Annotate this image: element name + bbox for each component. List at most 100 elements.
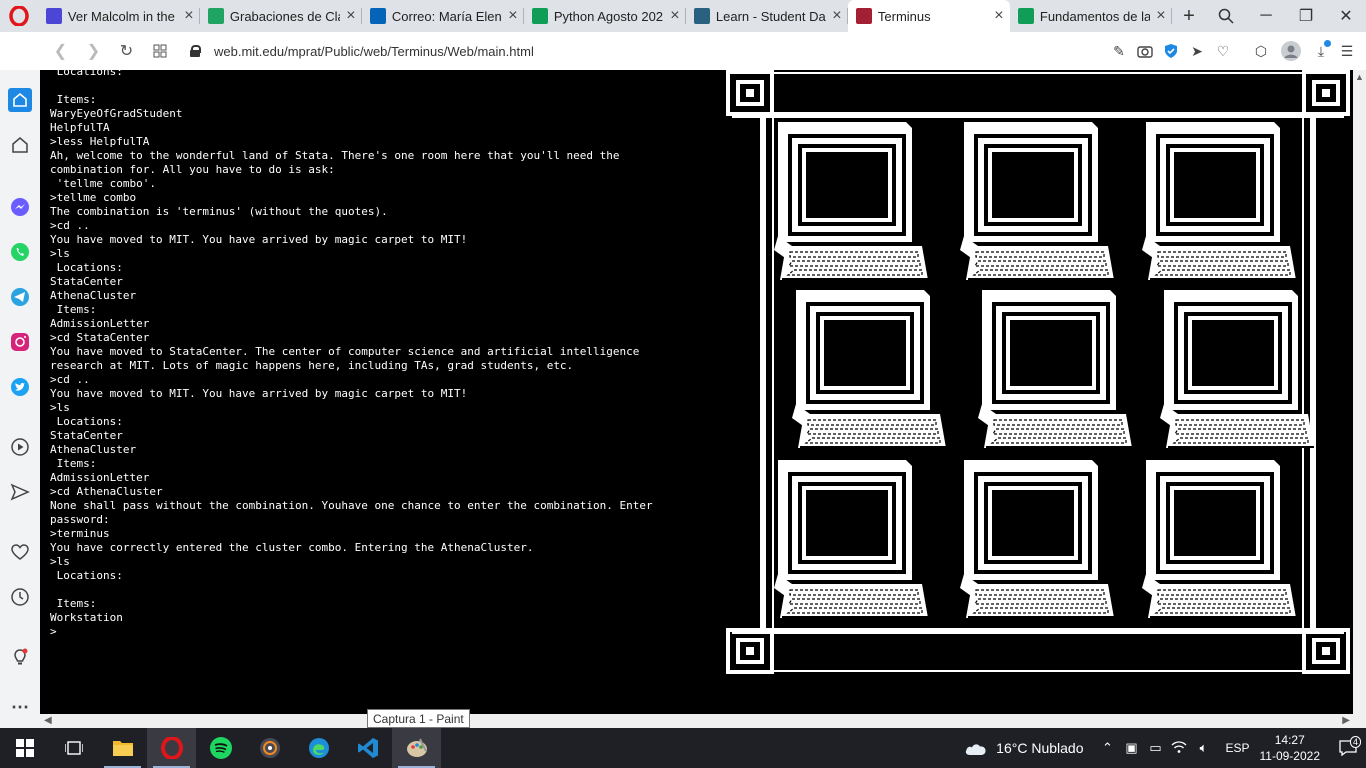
terminal-line: >terminus [50, 527, 110, 540]
notification-center-button[interactable]: 4 [1330, 736, 1366, 756]
vpn-shield-icon[interactable] [1158, 32, 1184, 70]
tab-title: Python Agosto 202 [553, 8, 664, 24]
send-flow-icon[interactable] [8, 480, 32, 504]
url-field[interactable]: web.mit.edu/mprat/Public/web/Terminus/We… [214, 44, 1106, 59]
avatar[interactable] [1274, 32, 1308, 70]
tab-2[interactable]: Correo: María Elena × [362, 0, 524, 32]
file-explorer-button[interactable] [98, 728, 147, 768]
instagram-icon[interactable] [8, 330, 32, 354]
edit-icon[interactable]: ✎ [1106, 32, 1132, 70]
terminal-line: Locations: [50, 261, 123, 274]
disc-icon [259, 738, 280, 758]
wifi-icon[interactable] [1167, 740, 1191, 757]
language-indicator[interactable]: ESP [1225, 741, 1249, 755]
back-button[interactable]: ❮ [44, 32, 77, 70]
vscode-icon [357, 738, 378, 758]
outlook-icon [369, 8, 386, 24]
spotify-button[interactable] [196, 728, 245, 768]
mit-icon [855, 8, 872, 24]
home-icon[interactable] [8, 88, 32, 112]
terminal-line: 'tellme combo'. [50, 177, 156, 190]
opera-menu-button[interactable] [0, 0, 38, 32]
telegram-icon[interactable] [8, 285, 32, 309]
twitter-icon[interactable] [8, 375, 32, 399]
whatsapp-icon[interactable] [8, 240, 32, 264]
terminal-line: >cd .. [50, 373, 90, 386]
terminal-line: StataCenter [50, 429, 123, 442]
lock-icon[interactable] [190, 45, 201, 57]
more-icon[interactable]: ⋯ [8, 695, 32, 719]
keyboard-edge [1168, 446, 1314, 448]
horizontal-scrollbar[interactable]: ◀ ▶ [40, 714, 1366, 728]
terminal-line: Locations: [50, 415, 123, 428]
monitor-screen [1192, 320, 1274, 386]
snapshot-camera-icon[interactable] [1132, 32, 1158, 70]
send-icon[interactable]: ➤ [1184, 32, 1210, 70]
volume-icon[interactable]: 🔈︎ [1191, 740, 1215, 756]
search-tabs-icon[interactable] [1206, 0, 1246, 32]
terminal-line: WaryEyeOfGradStudent [50, 107, 183, 120]
keyboard-edge [782, 616, 928, 618]
pinboard-heart-icon[interactable] [8, 540, 32, 564]
player-icon[interactable] [8, 435, 32, 459]
close-tab-icon[interactable]: × [502, 7, 524, 25]
weather-widget[interactable]: 16°C Nublado [964, 740, 1083, 756]
battery-icon[interactable]: ▭ [1143, 740, 1167, 756]
media-player-button[interactable] [245, 728, 294, 768]
bookmarks-icon[interactable] [8, 133, 32, 157]
start-button[interactable] [0, 728, 49, 768]
monitor-screen [1010, 320, 1092, 386]
frame-top-line [774, 72, 1302, 74]
cube-icon[interactable]: ⬡ [1248, 32, 1274, 70]
maximize-button[interactable]: ❐ [1286, 0, 1326, 32]
frame-left-bar [760, 118, 766, 628]
vscode-button[interactable] [343, 728, 392, 768]
close-tab-icon[interactable]: × [664, 7, 686, 25]
spotify-icon [209, 737, 232, 759]
clock[interactable]: 14:27 11-09-2022 [1260, 732, 1321, 764]
lightbulb-icon[interactable] [8, 646, 32, 670]
tab-title: Ver Malcolm in the [67, 8, 175, 24]
keyboard-edge [968, 616, 1114, 618]
close-tab-icon[interactable]: × [340, 7, 362, 25]
terminal[interactable]: Locations: Items: WaryEyeOfGradStudent Hel… [50, 70, 710, 639]
close-tab-icon[interactable]: × [988, 7, 1010, 25]
tab-1[interactable]: Grabaciones de Cla × [200, 0, 362, 32]
taskbar: 16°C Nublado ⌃ ▣ ▭ 🔈︎ ESP 14:27 11-09-20… [0, 728, 1366, 768]
edge-button[interactable] [294, 728, 343, 768]
tab-6[interactable]: Fundamentos de la × [1010, 0, 1172, 32]
terminal-line: password: [50, 513, 110, 526]
tab-5[interactable]: Terminus × [847, 0, 1010, 32]
paint-button[interactable] [392, 728, 441, 768]
speed-dial-button[interactable] [143, 32, 176, 70]
vertical-scrollbar[interactable]: ▲ [1353, 70, 1366, 714]
tab-title: Correo: María Elena [391, 8, 502, 24]
terminal-line: >ls [50, 247, 70, 260]
task-view-button[interactable] [49, 728, 98, 768]
close-tab-icon[interactable]: × [1150, 7, 1172, 25]
minimize-button[interactable]: ─ [1246, 0, 1286, 32]
download-icon[interactable]: ⤓ [1308, 32, 1334, 70]
opera-taskbar-button[interactable] [147, 728, 196, 768]
forward-button[interactable]: ❯ [77, 32, 110, 70]
terminal-line: Workstation [50, 611, 123, 624]
tab-0[interactable]: Ver Malcolm in the × [38, 0, 200, 32]
terminal-line: Locations: [50, 70, 123, 78]
frame-right-line [1302, 118, 1304, 628]
close-tab-icon[interactable]: × [178, 7, 200, 25]
chevron-up-icon[interactable]: ⌃ [1095, 740, 1119, 756]
meet-now-icon[interactable]: ▣ [1119, 740, 1143, 756]
heart-icon[interactable]: ♡ [1210, 32, 1236, 70]
close-window-button[interactable]: ✕ [1326, 0, 1366, 32]
tab-3[interactable]: Python Agosto 202 × [524, 0, 686, 32]
close-tab-icon[interactable]: × [826, 7, 848, 25]
history-clock-icon[interactable] [8, 585, 32, 609]
messenger-icon[interactable] [8, 195, 32, 219]
new-tab-button[interactable]: + [1172, 0, 1206, 32]
monitor-screen [992, 152, 1074, 218]
tab-4[interactable]: Learn - Student Da × [686, 0, 848, 32]
reload-button[interactable]: ↻ [110, 32, 143, 70]
easy-setup-icon[interactable]: ☰ [1334, 32, 1360, 70]
terminal-line: Items: [50, 457, 97, 470]
corner-ornament [746, 89, 754, 97]
